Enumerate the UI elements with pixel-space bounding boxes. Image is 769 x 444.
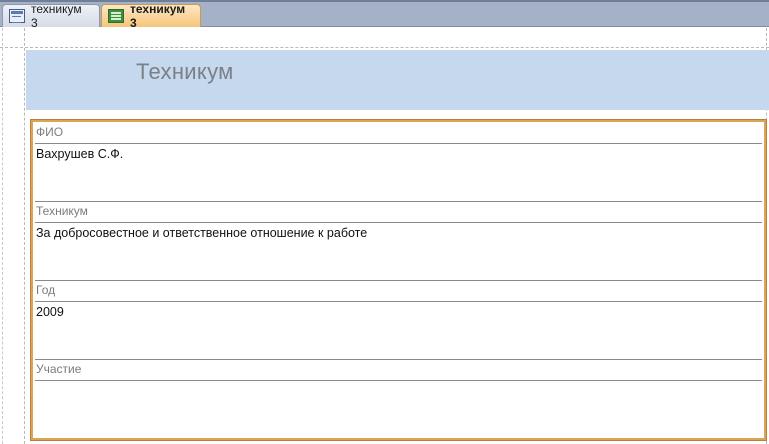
divider: [35, 143, 762, 144]
divider: [35, 359, 762, 360]
tab-label: техникум 3: [31, 2, 82, 30]
divider: [35, 201, 762, 202]
field-label-tekhnikum: Техникум: [36, 204, 88, 218]
field-label-uchastie: Участие: [36, 362, 82, 376]
report-header: Техникум: [26, 50, 769, 110]
field-value-god[interactable]: 2009: [36, 305, 64, 319]
divider: [35, 380, 762, 381]
detail-section[interactable]: ФИО Вахрушев С.Ф. Техникум За добросовес…: [30, 119, 767, 441]
document-tab-bar: техникум 3 техникум 3: [0, 0, 769, 30]
field-value-tekhnikum[interactable]: За добросовестное и ответственное отноше…: [36, 226, 367, 240]
field-value-fio[interactable]: Вахрушев С.Ф.: [36, 147, 123, 161]
tab-label: техникум 3: [130, 2, 186, 30]
field-label-god: Год: [36, 283, 56, 297]
tab-report-tekhnikum-3[interactable]: техникум 3: [101, 2, 201, 30]
field-label-fio: ФИО: [36, 125, 64, 139]
margin-guide-line: [2, 28, 3, 444]
tab-form-tekhnikum-3[interactable]: техникум 3: [2, 2, 100, 30]
section-guide-line: [0, 47, 769, 48]
divider: [35, 222, 762, 223]
divider: [35, 301, 762, 302]
margin-guide-line: [24, 28, 25, 444]
divider: [35, 280, 762, 281]
report-title[interactable]: Техникум: [136, 59, 234, 85]
report-icon: [108, 9, 124, 23]
form-icon: [9, 9, 25, 23]
